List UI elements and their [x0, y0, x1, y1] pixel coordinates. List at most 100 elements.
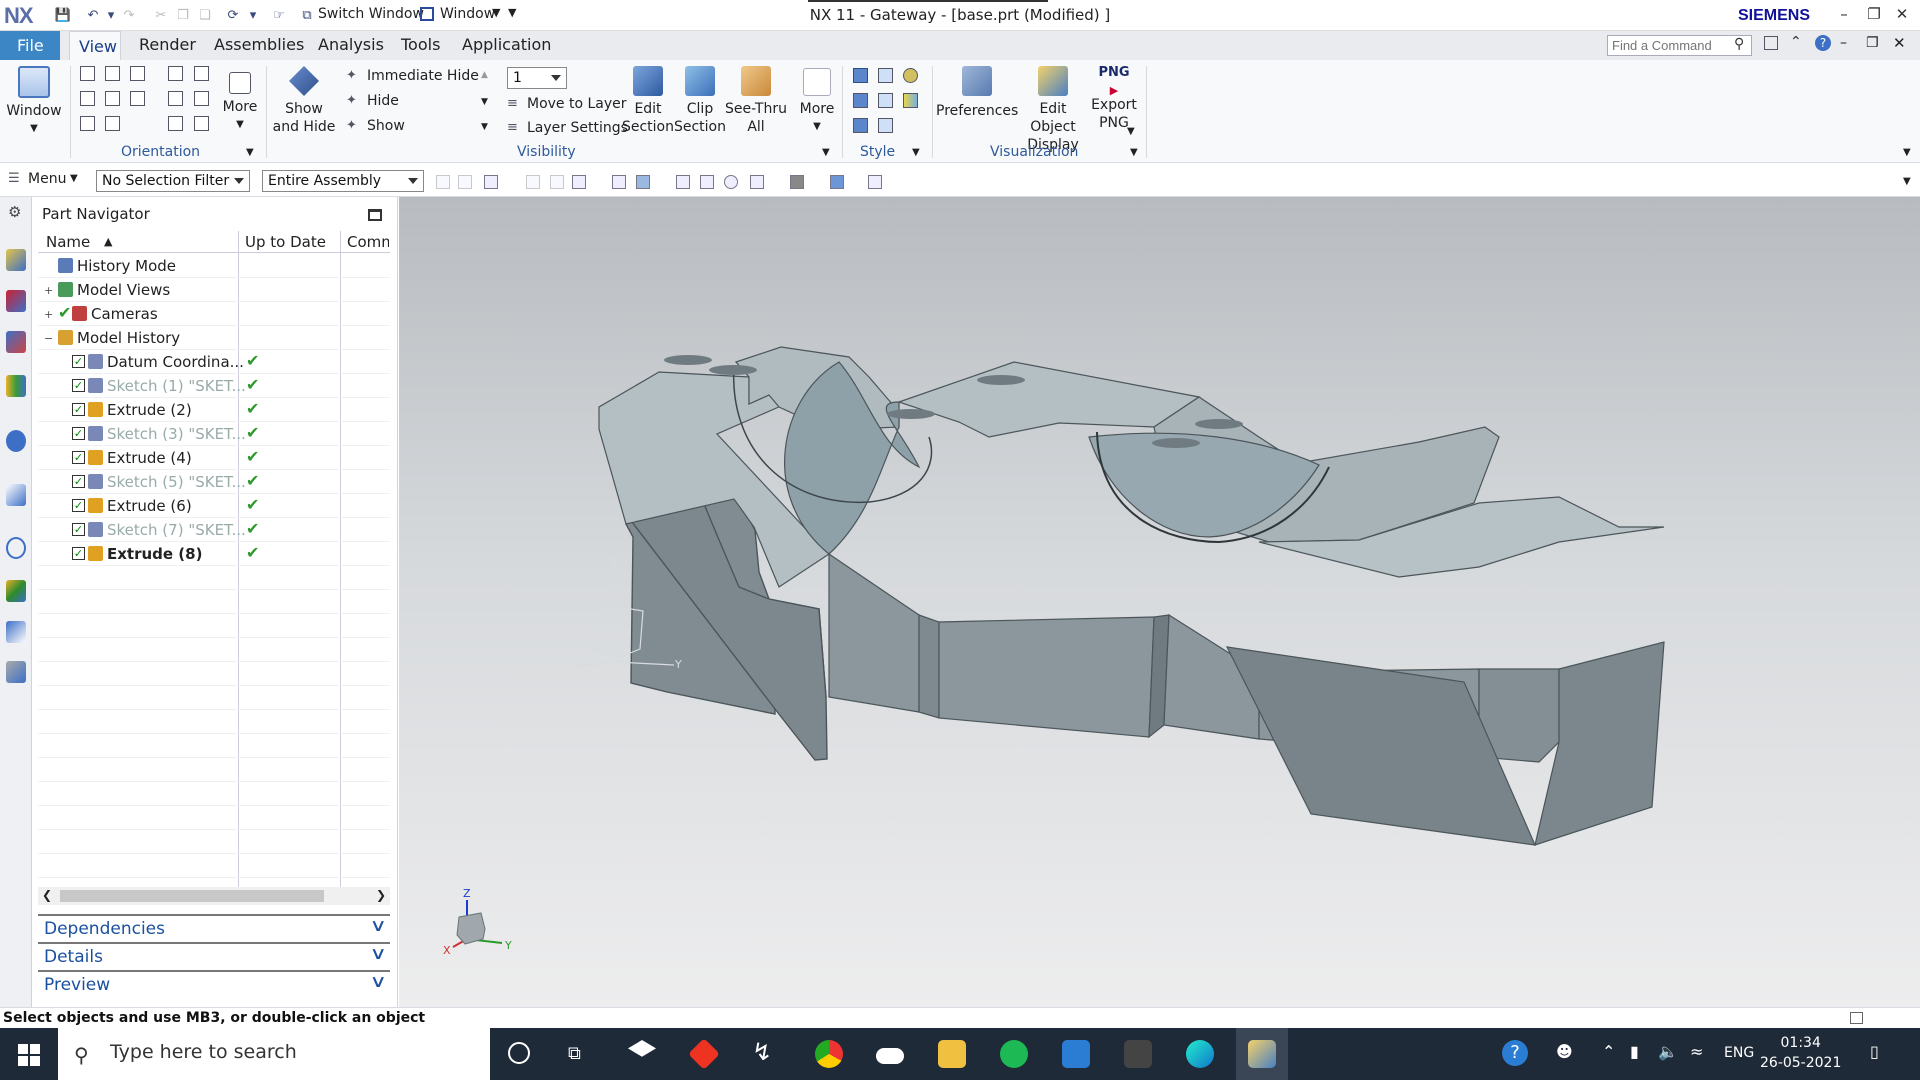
tab-view[interactable]: View: [69, 31, 121, 60]
see-thru-all-button[interactable]: See-Thru All: [724, 66, 788, 136]
scope-select[interactable]: Entire Assembly: [262, 170, 424, 192]
render-style-icon[interactable]: [790, 175, 804, 189]
roles-icon[interactable]: [6, 661, 26, 683]
doc-close-icon[interactable]: ✕: [1893, 34, 1906, 52]
bottom-view-icon[interactable]: [80, 116, 95, 131]
windows-start-icon[interactable]: [18, 1044, 40, 1066]
tab-assemblies[interactable]: Assemblies: [214, 35, 304, 54]
restore-icon[interactable]: ❐: [1862, 5, 1886, 23]
menu-button[interactable]: Menu: [28, 171, 66, 187]
help-tray-icon[interactable]: ?: [1502, 1040, 1528, 1066]
bolt-hole[interactable]: [887, 409, 935, 419]
chrome-icon[interactable]: [815, 1040, 843, 1068]
restore-view-icon[interactable]: [194, 116, 209, 131]
clip-section-button[interactable]: Clip Section: [672, 66, 728, 136]
midpoint-icon[interactable]: [550, 175, 564, 189]
navigator-row[interactable]: History Mode: [38, 254, 390, 278]
bolt-hole[interactable]: [977, 375, 1025, 385]
visible-check-icon[interactable]: ✔: [58, 303, 71, 322]
body-filter-icon[interactable]: [636, 175, 650, 189]
feature-checkbox[interactable]: ✓: [72, 523, 85, 536]
move-to-layer-button[interactable]: Move to Layer: [527, 96, 627, 112]
column-separator[interactable]: [340, 231, 341, 253]
cura-icon[interactable]: ↯: [752, 1038, 772, 1066]
feature-checkbox[interactable]: ✓: [72, 355, 85, 368]
navigator-row[interactable]: − Model History: [38, 326, 390, 350]
tab-render[interactable]: Render: [139, 35, 196, 54]
navigator-row[interactable]: ✓ Sketch (1) "SKET... ✔: [38, 374, 390, 398]
scroll-left-icon[interactable]: ❮: [42, 888, 52, 902]
navigator-row[interactable]: ✓ Datum Coordina... ✔: [38, 350, 390, 374]
minimize-icon[interactable]: –: [1832, 5, 1856, 23]
details-panel[interactable]: Details ∨: [38, 942, 390, 968]
ribbon-customize-icon[interactable]: ▼: [1903, 147, 1911, 158]
menu-dropdown-icon[interactable]: ▼: [70, 173, 78, 184]
navigator-row[interactable]: ✓ Sketch (7) "SKET... ✔: [38, 518, 390, 542]
face-analysis-icon[interactable]: [903, 93, 918, 108]
anydesk-icon[interactable]: [688, 1038, 720, 1070]
close-icon[interactable]: ✕: [1890, 5, 1914, 23]
graphics-window[interactable]: Z Y X Z Y X: [399, 197, 1920, 1007]
feature-checkbox[interactable]: ✓: [72, 547, 85, 560]
cortana-icon[interactable]: [508, 1042, 530, 1064]
export-png-button[interactable]: PNG ▶ Export PNG: [1088, 64, 1140, 132]
navigator-row[interactable]: + ✔ Cameras: [38, 302, 390, 326]
sort-ascending-icon[interactable]: ▲: [104, 235, 112, 248]
hd3d-tools-icon[interactable]: [6, 430, 26, 452]
wifi-icon[interactable]: ≈: [1690, 1042, 1703, 1061]
selection-filter-select[interactable]: No Selection Filter: [96, 170, 250, 192]
task-view-icon[interactable]: ⧉: [568, 1043, 581, 1064]
collapse-ribbon-icon[interactable]: ⌃: [1790, 34, 1802, 50]
navigator-row[interactable]: ✓ Sketch (3) "SKET... ✔: [38, 422, 390, 446]
snap-point-icon[interactable]: [484, 175, 498, 189]
ribbon-options-icon[interactable]: [1764, 36, 1778, 50]
visualization-group-dropdown-icon[interactable]: ▼: [1130, 147, 1138, 158]
rotate-view-icon[interactable]: [724, 175, 738, 189]
assembly-navigator-icon[interactable]: [6, 249, 26, 271]
front-view-icon[interactable]: [80, 91, 95, 106]
language-indicator[interactable]: ENG: [1724, 1045, 1754, 1061]
feature-checkbox[interactable]: ✓: [72, 499, 85, 512]
selection-intent-icon[interactable]: [458, 175, 472, 189]
scroll-right-icon[interactable]: ❯: [376, 888, 386, 902]
full-screen-icon[interactable]: [1850, 1012, 1863, 1024]
dependencies-panel[interactable]: Dependencies ∨: [38, 914, 390, 940]
reuse-library-icon[interactable]: [6, 375, 26, 397]
tab-tools[interactable]: Tools: [401, 35, 440, 54]
bolt-hole[interactable]: [1195, 419, 1243, 429]
top-view-icon[interactable]: [130, 66, 145, 81]
fit-view-icon[interactable]: [676, 175, 690, 189]
feature-checkbox[interactable]: ✓: [72, 475, 85, 488]
point-on-curve-icon[interactable]: [526, 175, 540, 189]
feature-checkbox[interactable]: ✓: [72, 427, 85, 440]
spotify-icon[interactable]: [1000, 1040, 1028, 1068]
back-view-icon[interactable]: [105, 116, 120, 131]
left-view-icon[interactable]: [130, 91, 145, 106]
zoom-icon[interactable]: [194, 66, 209, 81]
trimetric-icon[interactable]: [80, 66, 95, 81]
center-top-face[interactable]: [897, 361, 1201, 438]
collapse-icon[interactable]: −: [44, 332, 53, 345]
bolt-hole[interactable]: [709, 365, 757, 375]
process-studio-icon[interactable]: [6, 580, 26, 602]
studio-icon[interactable]: [903, 68, 918, 83]
navigator-row[interactable]: ✓ Extrude (2) ✔: [38, 398, 390, 422]
feature-checkbox[interactable]: ✓: [72, 379, 85, 392]
hide-button[interactable]: Hide: [367, 93, 399, 109]
export-dropdown-icon[interactable]: ▼: [1127, 126, 1135, 137]
part-model[interactable]: Z Y X Z Y X: [399, 197, 1920, 1007]
static-wireframe-icon[interactable]: [853, 118, 868, 133]
zoom-area-icon[interactable]: [700, 175, 714, 189]
edit-section-toolbar-icon[interactable]: [830, 175, 844, 189]
file-tab[interactable]: File: [0, 31, 60, 60]
settings-gear-icon[interactable]: ⚙: [8, 203, 21, 221]
gallery-expand-icon[interactable]: ▼: [481, 122, 488, 132]
fit-icon[interactable]: [168, 66, 183, 81]
orientation-group-dropdown-icon[interactable]: ▼: [246, 147, 254, 158]
show-hidden-icons-icon[interactable]: ⌃: [1602, 1042, 1615, 1061]
navigator-row[interactable]: ✓ Extrude (6) ✔: [38, 494, 390, 518]
edge-icon[interactable]: [1186, 1040, 1214, 1068]
navigator-row[interactable]: ✓ Sketch (5) "SKET... ✔: [38, 470, 390, 494]
edit-section-button[interactable]: Edit Section: [620, 66, 676, 136]
orientation-more-button[interactable]: More ▼: [218, 72, 262, 134]
